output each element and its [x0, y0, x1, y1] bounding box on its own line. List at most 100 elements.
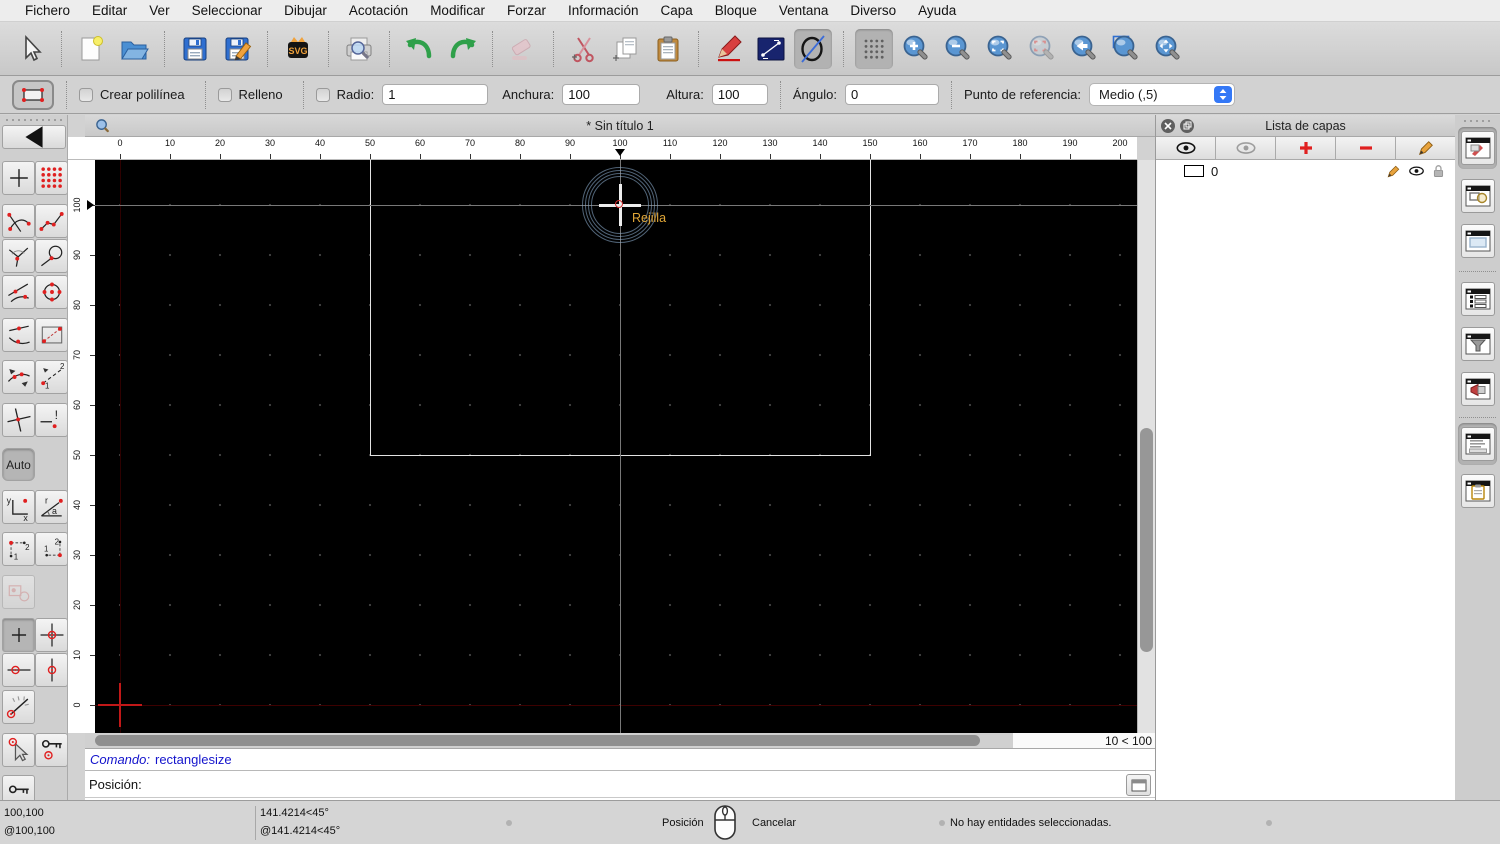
lock-relzero-button[interactable]: [35, 733, 67, 767]
angle-input[interactable]: [844, 84, 939, 105]
add-layer-button[interactable]: [1276, 137, 1336, 159]
edit-layer-icon[interactable]: [1386, 164, 1401, 179]
snap-grid-button[interactable]: [35, 161, 67, 195]
snap-reference-button[interactable]: [35, 318, 67, 352]
horizontal-scrollbar[interactable]: 10 < 100: [85, 733, 1155, 748]
radius-checkbox[interactable]: [315, 87, 330, 102]
hide-all-layers-button[interactable]: [1216, 137, 1276, 159]
height-input[interactable]: [711, 84, 768, 105]
relzero-v-button[interactable]: [35, 653, 67, 687]
float-panel-icon[interactable]: [1180, 118, 1194, 133]
width-input[interactable]: [562, 84, 641, 105]
command-dock-toggle-button[interactable]: [1126, 774, 1151, 796]
dock-block-list-button[interactable]: [1458, 175, 1497, 217]
layer-row[interactable]: 0: [1156, 160, 1455, 182]
ellipse-button[interactable]: [794, 28, 832, 69]
menu-item-ver[interactable]: Ver: [138, 0, 180, 22]
dock-drag-handle[interactable]: [1462, 119, 1494, 123]
show-all-layers-button[interactable]: [1156, 137, 1216, 159]
protractor-button[interactable]: [2, 690, 35, 724]
copy-button[interactable]: [607, 29, 645, 69]
coord-cartesian-button[interactable]: yx: [2, 490, 35, 524]
corner-12-button[interactable]: 12: [2, 532, 35, 566]
grid-button[interactable]: [855, 28, 893, 69]
palette-back-button[interactable]: [2, 125, 66, 149]
snap-perpendicular-button[interactable]: [2, 239, 35, 273]
save-as-button[interactable]: [218, 29, 256, 69]
snap-middle-button[interactable]: [2, 318, 35, 352]
menu-item-acotacion[interactable]: Acotación: [338, 0, 419, 22]
layer-lock-icon[interactable]: [1432, 164, 1445, 178]
cursor-button[interactable]: [12, 29, 50, 69]
corner-21-button[interactable]: 12: [35, 532, 67, 566]
rectangle-size-tool-button[interactable]: [12, 79, 54, 110]
relzero-h-button[interactable]: [2, 653, 35, 687]
dock-clipboard-button[interactable]: [1458, 470, 1497, 512]
refpoint-select[interactable]: Medio (,5): [1089, 83, 1236, 106]
save-button[interactable]: [176, 29, 214, 69]
snap-tangent-button[interactable]: [35, 239, 67, 273]
snap-middle-manual-button[interactable]: [2, 360, 35, 394]
open-folder-button[interactable]: [115, 29, 153, 69]
dock-layer-list-button[interactable]: [1458, 127, 1497, 169]
auto-snap-button[interactable]: Auto: [2, 448, 35, 481]
drawing-canvas[interactable]: Rejilla: [95, 160, 1137, 733]
menu-item-forzar[interactable]: Forzar: [496, 0, 557, 22]
zoom-pan-button[interactable]: [1149, 29, 1187, 69]
snap-center-button[interactable]: [35, 275, 67, 309]
snap-intersection-manual-button[interactable]: !: [35, 403, 67, 437]
fill-checkbox[interactable]: [217, 87, 232, 102]
menu-item-fichero[interactable]: Fichero: [14, 0, 81, 22]
remove-layer-button[interactable]: [1336, 137, 1396, 159]
paste-button[interactable]: [649, 29, 687, 69]
dock-entity-list-button[interactable]: [1458, 278, 1497, 320]
line-button[interactable]: [752, 29, 790, 69]
print-preview-button[interactable]: [340, 29, 378, 69]
create-polyline-checkbox[interactable]: [79, 87, 93, 102]
zoom-in-button[interactable]: [897, 29, 935, 69]
menu-item-seleccionar[interactable]: Seleccionar: [181, 0, 274, 22]
command-input-row[interactable]: Posición:: [85, 770, 1155, 798]
menu-item-informacion[interactable]: Información: [557, 0, 650, 22]
snap-free-button[interactable]: [2, 161, 35, 195]
menu-item-diverso[interactable]: Diverso: [839, 0, 907, 22]
new-file-button[interactable]: [73, 29, 111, 69]
select-target-button[interactable]: [2, 733, 35, 767]
undo-button[interactable]: [401, 29, 439, 69]
layer-visibility-icon[interactable]: [1408, 165, 1425, 177]
dock-filter-button[interactable]: [1458, 323, 1497, 365]
vertical-scrollbar-thumb[interactable]: [1140, 428, 1153, 652]
edit-layer-button[interactable]: [1396, 137, 1455, 159]
zoom-back-button[interactable]: [1065, 29, 1103, 69]
zoom-window-button[interactable]: [1107, 29, 1145, 69]
vertical-scrollbar[interactable]: [1137, 160, 1155, 733]
dock-command-button[interactable]: [1458, 423, 1497, 465]
snap-nearest-button[interactable]: [2, 275, 35, 309]
set-relzero-button[interactable]: [35, 618, 67, 652]
snap-endpoints-button[interactable]: [2, 204, 35, 238]
snap-entity-button[interactable]: [35, 204, 67, 238]
dock-library-button[interactable]: [1458, 220, 1497, 262]
zoom-auto-button[interactable]: [981, 29, 1019, 69]
coord-polar-button[interactable]: ra: [35, 490, 67, 524]
redo-button[interactable]: [443, 29, 481, 69]
menu-item-editar[interactable]: Editar: [81, 0, 138, 22]
dock-plugin-button[interactable]: [1458, 368, 1497, 410]
menu-item-modificar[interactable]: Modificar: [419, 0, 496, 22]
menu-item-ayuda[interactable]: Ayuda: [907, 0, 967, 22]
menu-item-ventana[interactable]: Ventana: [768, 0, 840, 22]
relzero-plus-button[interactable]: [2, 618, 35, 652]
menu-item-dibujar[interactable]: Dibujar: [273, 0, 338, 22]
menu-item-capa[interactable]: Capa: [650, 0, 704, 22]
zoom-out-button[interactable]: [939, 29, 977, 69]
cut-button[interactable]: [565, 29, 603, 69]
snap-intersection-button[interactable]: [2, 403, 35, 437]
svg-export-button[interactable]: SVG: [279, 29, 317, 69]
menu-item-bloque[interactable]: Bloque: [704, 0, 768, 22]
close-icon[interactable]: [1161, 118, 1175, 133]
pen-button[interactable]: [710, 29, 748, 69]
snap-distance-button[interactable]: 12: [35, 360, 67, 394]
horizontal-scrollbar-thumb[interactable]: [95, 735, 980, 746]
key-partial-button[interactable]: [2, 775, 35, 800]
radius-input[interactable]: [382, 84, 489, 105]
